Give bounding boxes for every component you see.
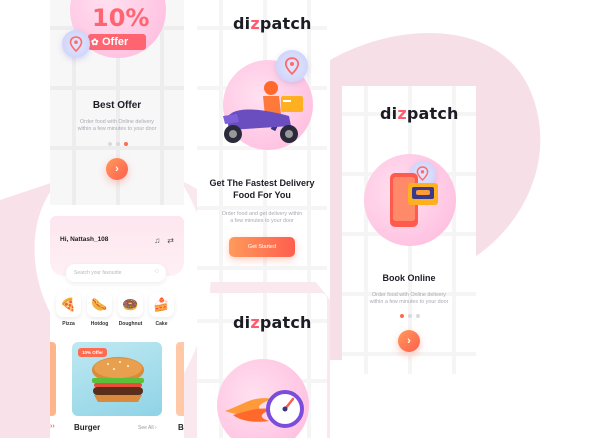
delivery-screen: dizpatch Get The Fastest Delivery Food F… xyxy=(197,0,327,282)
offer-description-line2: within a few minutes to your door xyxy=(77,126,157,132)
arrow-right-icon: › xyxy=(407,335,411,347)
arrow-right-icon: › xyxy=(115,163,119,175)
category-pizza[interactable]: 🍕 Pizza xyxy=(56,292,81,327)
next-button[interactable]: › xyxy=(398,330,420,352)
page-dot-active[interactable] xyxy=(124,142,128,146)
book-title: Book Online xyxy=(382,273,436,283)
food-card-burger[interactable]: 10% Offer xyxy=(72,342,162,416)
category-list: 🍕 Pizza 🌭 Hotdog 🍩 Doughnut 🍰 Cake xyxy=(56,292,174,327)
category-label: Hotdog xyxy=(90,321,109,327)
greeting-text: Hi, Nattash_108 xyxy=(60,236,109,243)
category-label: Doughnut xyxy=(118,321,143,327)
location-pin-icon xyxy=(62,30,90,58)
pizza-icon: 🍕 xyxy=(56,292,81,317)
cake-icon: 🍰 xyxy=(149,292,174,317)
delivery-title-line2: Food For You xyxy=(233,190,291,200)
offer-tag-icon: ✿ xyxy=(91,37,99,47)
see-all-label: See All xyxy=(138,425,154,431)
scooter-rider-image xyxy=(223,81,303,143)
offer-percent: 10% xyxy=(92,4,150,32)
app-logo: dizpatch xyxy=(380,104,459,123)
page-dot[interactable] xyxy=(408,314,412,318)
chevron-right-icon: › xyxy=(154,425,157,431)
offer-screen: 10% ✿ Offer Best Offer Order food with O… xyxy=(50,0,184,205)
category-doughnut[interactable]: 🍩 Doughnut xyxy=(118,292,143,327)
page-dot[interactable] xyxy=(416,314,420,318)
page-dot[interactable] xyxy=(116,142,120,146)
get-started-button[interactable]: Get Started xyxy=(229,237,295,257)
prev-card-peek xyxy=(50,342,56,416)
offer-ribbon: ✿ Offer xyxy=(88,34,146,50)
next-button[interactable]: › xyxy=(106,158,128,180)
search-icon: ○ xyxy=(154,268,159,275)
search-input[interactable]: Search your favourite ○ xyxy=(66,264,166,282)
phone-order-image xyxy=(390,173,438,227)
delivery-description-line2: a few minutes to your door xyxy=(230,218,294,224)
next-food-initial: B xyxy=(178,423,184,432)
page-indicator xyxy=(400,314,420,318)
category-label: Cake xyxy=(155,321,168,327)
delivery-title-line1: Get The Fastest Delivery xyxy=(209,178,315,188)
burger-image xyxy=(92,357,144,402)
bell-icon[interactable]: ♫ xyxy=(154,236,160,245)
hotdog-icon: 🌭 xyxy=(87,292,112,317)
book-description-line2: within a few minutes to your door xyxy=(369,299,449,305)
offer-title: Best Offer xyxy=(92,100,142,111)
search-placeholder: Search your favourite xyxy=(74,270,122,276)
doughnut-icon: 🍩 xyxy=(118,292,143,317)
home-screen: Hi, Nattash_108 ♫ ⇄ Search your favourit… xyxy=(50,216,184,438)
next-card-peek xyxy=(176,342,184,416)
category-cake[interactable]: 🍰 Cake xyxy=(149,292,174,327)
app-logo: dizpatch xyxy=(233,313,312,332)
page-dot-active[interactable] xyxy=(400,314,404,318)
food-name: Burger xyxy=(74,423,101,432)
offer-word: Offer xyxy=(102,36,129,48)
page-indicator xyxy=(108,142,128,146)
header-actions: ♫ ⇄ xyxy=(154,236,174,245)
app-logo: dizpatch xyxy=(233,14,312,33)
prev-arrow-icon[interactable]: ›› xyxy=(50,423,55,430)
see-all-link[interactable]: See All › xyxy=(138,425,157,431)
category-label: Pizza xyxy=(62,321,75,327)
speedometer-flame-image xyxy=(225,390,304,428)
category-hotdog[interactable]: 🌭 Hotdog xyxy=(87,292,112,327)
page-dot[interactable] xyxy=(108,142,112,146)
filter-icon[interactable]: ⇄ xyxy=(167,236,174,245)
speed-screen: dizpatch xyxy=(197,293,327,438)
book-online-screen: dizpatch Book Online Order food with Onl… xyxy=(342,86,476,374)
